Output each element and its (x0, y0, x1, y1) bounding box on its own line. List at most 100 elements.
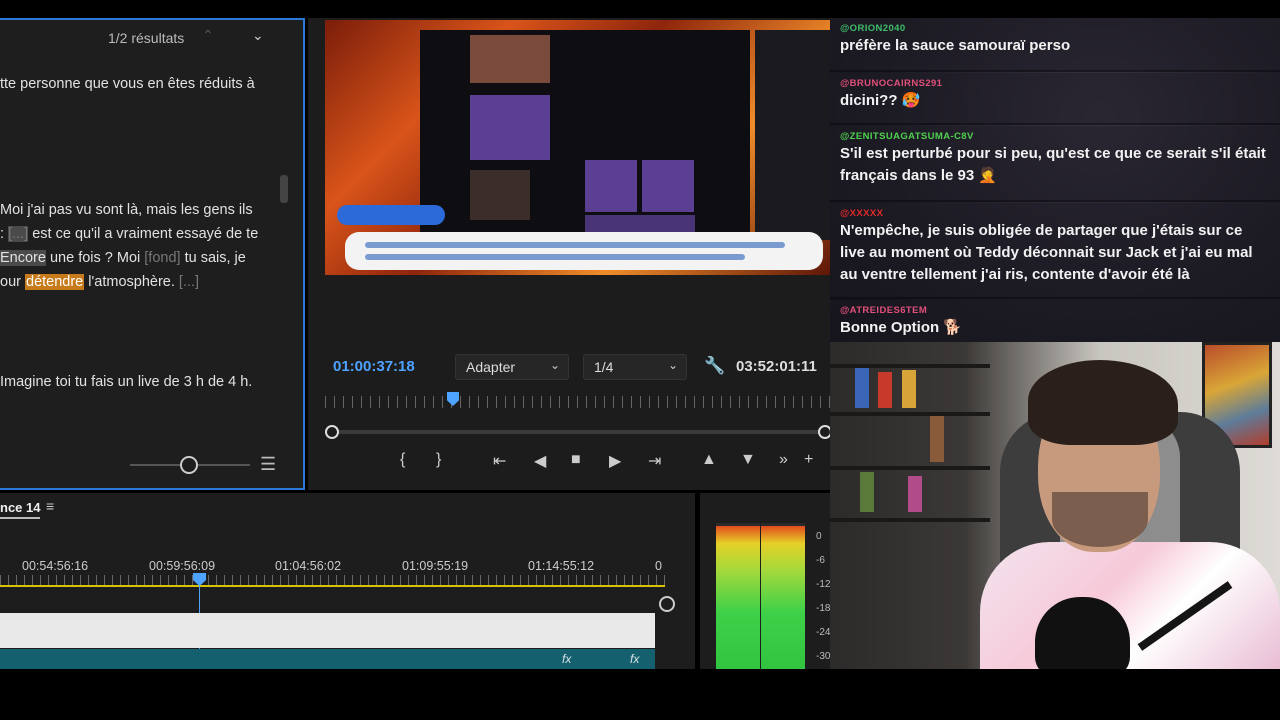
shelf-item (878, 372, 892, 408)
transcript-word: est ce qu'il a vraiment essayé de te (28, 226, 259, 242)
shelf (830, 466, 990, 470)
step-back-icon[interactable]: ◀ (534, 451, 546, 471)
transcript-ellipsis: [...] (8, 226, 29, 242)
search-results-header: 1/2 résultats ⌃ ⌄ (0, 20, 303, 56)
preview-webcam-tile (470, 35, 550, 83)
extract-icon[interactable]: ▼ (740, 451, 756, 469)
more-controls-icon[interactable]: » (779, 451, 788, 469)
scrub-start-handle[interactable] (325, 425, 339, 439)
shelf-item (908, 476, 922, 512)
chat-message: @XXXXX N'empêche, je suis obligée de par… (830, 203, 1280, 299)
add-button-icon[interactable]: + (804, 451, 813, 469)
transcript-line[interactable]: tte personne que vous en êtes réduits à (0, 76, 255, 92)
preview-message-bubble (345, 232, 823, 270)
shelf (830, 364, 990, 368)
preview-screen (420, 30, 750, 240)
go-to-out-icon[interactable]: ⇥ (648, 451, 661, 471)
meter-db-label: -24 (816, 627, 831, 638)
audio-track-clip[interactable] (0, 649, 655, 669)
chat-username: @ATREIDES6TEM (840, 305, 928, 316)
settings-sliders-icon[interactable]: ☰ (260, 454, 276, 475)
current-timecode[interactable]: 01:00:37:18 (333, 358, 415, 375)
monitor-ruler[interactable] (325, 396, 830, 408)
meter-db-label: -6 (816, 555, 825, 566)
chat-overlay: @ORION2040 préfère la sauce samouraï per… (830, 18, 1280, 342)
stop-icon[interactable]: ■ (571, 451, 581, 469)
chevron-up-icon[interactable]: ⌃ (202, 27, 214, 44)
go-to-in-icon[interactable]: ⇤ (493, 451, 506, 471)
chat-message: @ZENITSUAGATSUMA-C8V S'il est perturbé p… (830, 126, 1280, 202)
program-monitor: 01:00:37:18 Adapter ⌄ 1/4 ⌄ 🔧 03:52:01:1… (308, 18, 832, 490)
fx-badge: fx (562, 652, 572, 666)
timeline-timecode: 01:14:55:12 (528, 559, 595, 573)
fit-dropdown[interactable]: Adapter ⌄ (455, 354, 569, 380)
chat-text: N'empêche, je suis obligée de partager q… (840, 222, 1253, 283)
chevron-down-icon[interactable]: ⌄ (252, 27, 264, 44)
preview-text-line (365, 254, 745, 260)
search-results-count: 1/2 résultats (108, 30, 185, 46)
chat-text: dicini?? 🥵 (840, 92, 921, 109)
video-track-clip[interactable] (0, 613, 655, 648)
preview-tile (642, 160, 694, 212)
quality-dropdown[interactable]: 1/4 ⌄ (583, 354, 687, 380)
video-preview (325, 20, 830, 275)
letterbox-bottom (0, 669, 1280, 720)
chat-username: @ORION2040 (840, 23, 906, 34)
timeline-timecode: 0 (655, 559, 662, 573)
chat-text: préfère la sauce samouraï perso (840, 37, 1071, 54)
audio-meter-right (761, 526, 805, 669)
transcript-line[interactable]: our détendre l'atmosphère. [...] (0, 274, 199, 290)
fx-badge: fx (630, 652, 640, 666)
lift-icon[interactable]: ▲ (701, 451, 717, 469)
transcript-line[interactable]: Encore une fois ? Moi [fond] tu sais, je (0, 250, 246, 266)
preview-username-tag (337, 205, 445, 225)
shelf-item (930, 416, 944, 462)
meter-db-label: -30 (816, 651, 831, 662)
chevron-down-icon: ⌄ (667, 358, 678, 372)
mark-out-icon[interactable]: } (436, 451, 441, 469)
mark-in-icon[interactable]: { (400, 451, 405, 469)
meter-db-label: -18 (816, 603, 831, 614)
chat-message: @ATREIDES6TEM Bonne Option 🐕 (830, 300, 1280, 342)
step-forward-icon[interactable]: ▶ (609, 451, 621, 471)
streamer-hoodie (980, 542, 1280, 669)
chat-text: S'il est perturbé pour si peu, qu'est ce… (840, 145, 1266, 184)
transcript-word: l'atmosphère. (84, 274, 179, 290)
timeline-timecode: 01:04:56:02 (275, 559, 342, 573)
timeline-timecode: 01:09:55:19 (402, 559, 469, 573)
transcript-word-selected: Encore (0, 250, 46, 266)
transcript-word: : (0, 226, 9, 242)
webcam-feed (830, 342, 1280, 669)
transcript-tag: [fond] (144, 250, 181, 266)
duration-timecode: 03:52:01:11 (736, 358, 817, 375)
sequence-tab[interactable]: nce 14 (0, 500, 41, 519)
preview-tile (470, 95, 550, 160)
audio-meter-panel: 0 -6 -12 -18 -24 -30 (700, 493, 830, 669)
preview-webcam-tile (470, 170, 530, 220)
chat-username: @BRUNOCAIRNS291 (840, 78, 943, 89)
fit-dropdown-label: Adapter (466, 359, 516, 375)
quality-dropdown-label: 1/4 (594, 359, 614, 375)
transcript-line[interactable]: : [...] est ce qu'il a vraiment essayé d… (0, 226, 258, 242)
timeline-panel: nce 14 ≡ 00:54:56:16 00:59:56:09 01:04:5… (0, 493, 695, 669)
transcript-line[interactable]: Moi j'ai pas vu sont là, mais les gens i… (0, 202, 253, 218)
work-area-bar[interactable] (0, 585, 665, 587)
preview-text-line (365, 242, 785, 248)
timeline-ruler[interactable] (0, 575, 670, 585)
menu-icon[interactable]: ≡ (46, 498, 54, 514)
preview-tile (585, 160, 637, 212)
zoom-slider-knob[interactable] (180, 456, 198, 474)
wrench-icon[interactable]: 🔧 (704, 356, 725, 376)
meter-db-label: 0 (816, 531, 822, 542)
chat-username: @XXXXX (840, 208, 884, 219)
scrollbar-thumb[interactable] (280, 175, 288, 203)
scrub-bar[interactable] (331, 430, 826, 434)
chevron-down-icon: ⌄ (549, 358, 560, 372)
transcript-line[interactable]: Imagine toi tu fais un live de 3 h de 4 … (0, 374, 252, 390)
shelf-item (860, 472, 874, 512)
chat-text: Bonne Option 🐕 (840, 319, 962, 336)
zoom-end-handle[interactable] (659, 596, 675, 612)
search-highlight: détendre (25, 274, 85, 290)
meter-db-label: -12 (816, 579, 831, 590)
timeline-timecode: 00:54:56:16 (22, 559, 89, 573)
